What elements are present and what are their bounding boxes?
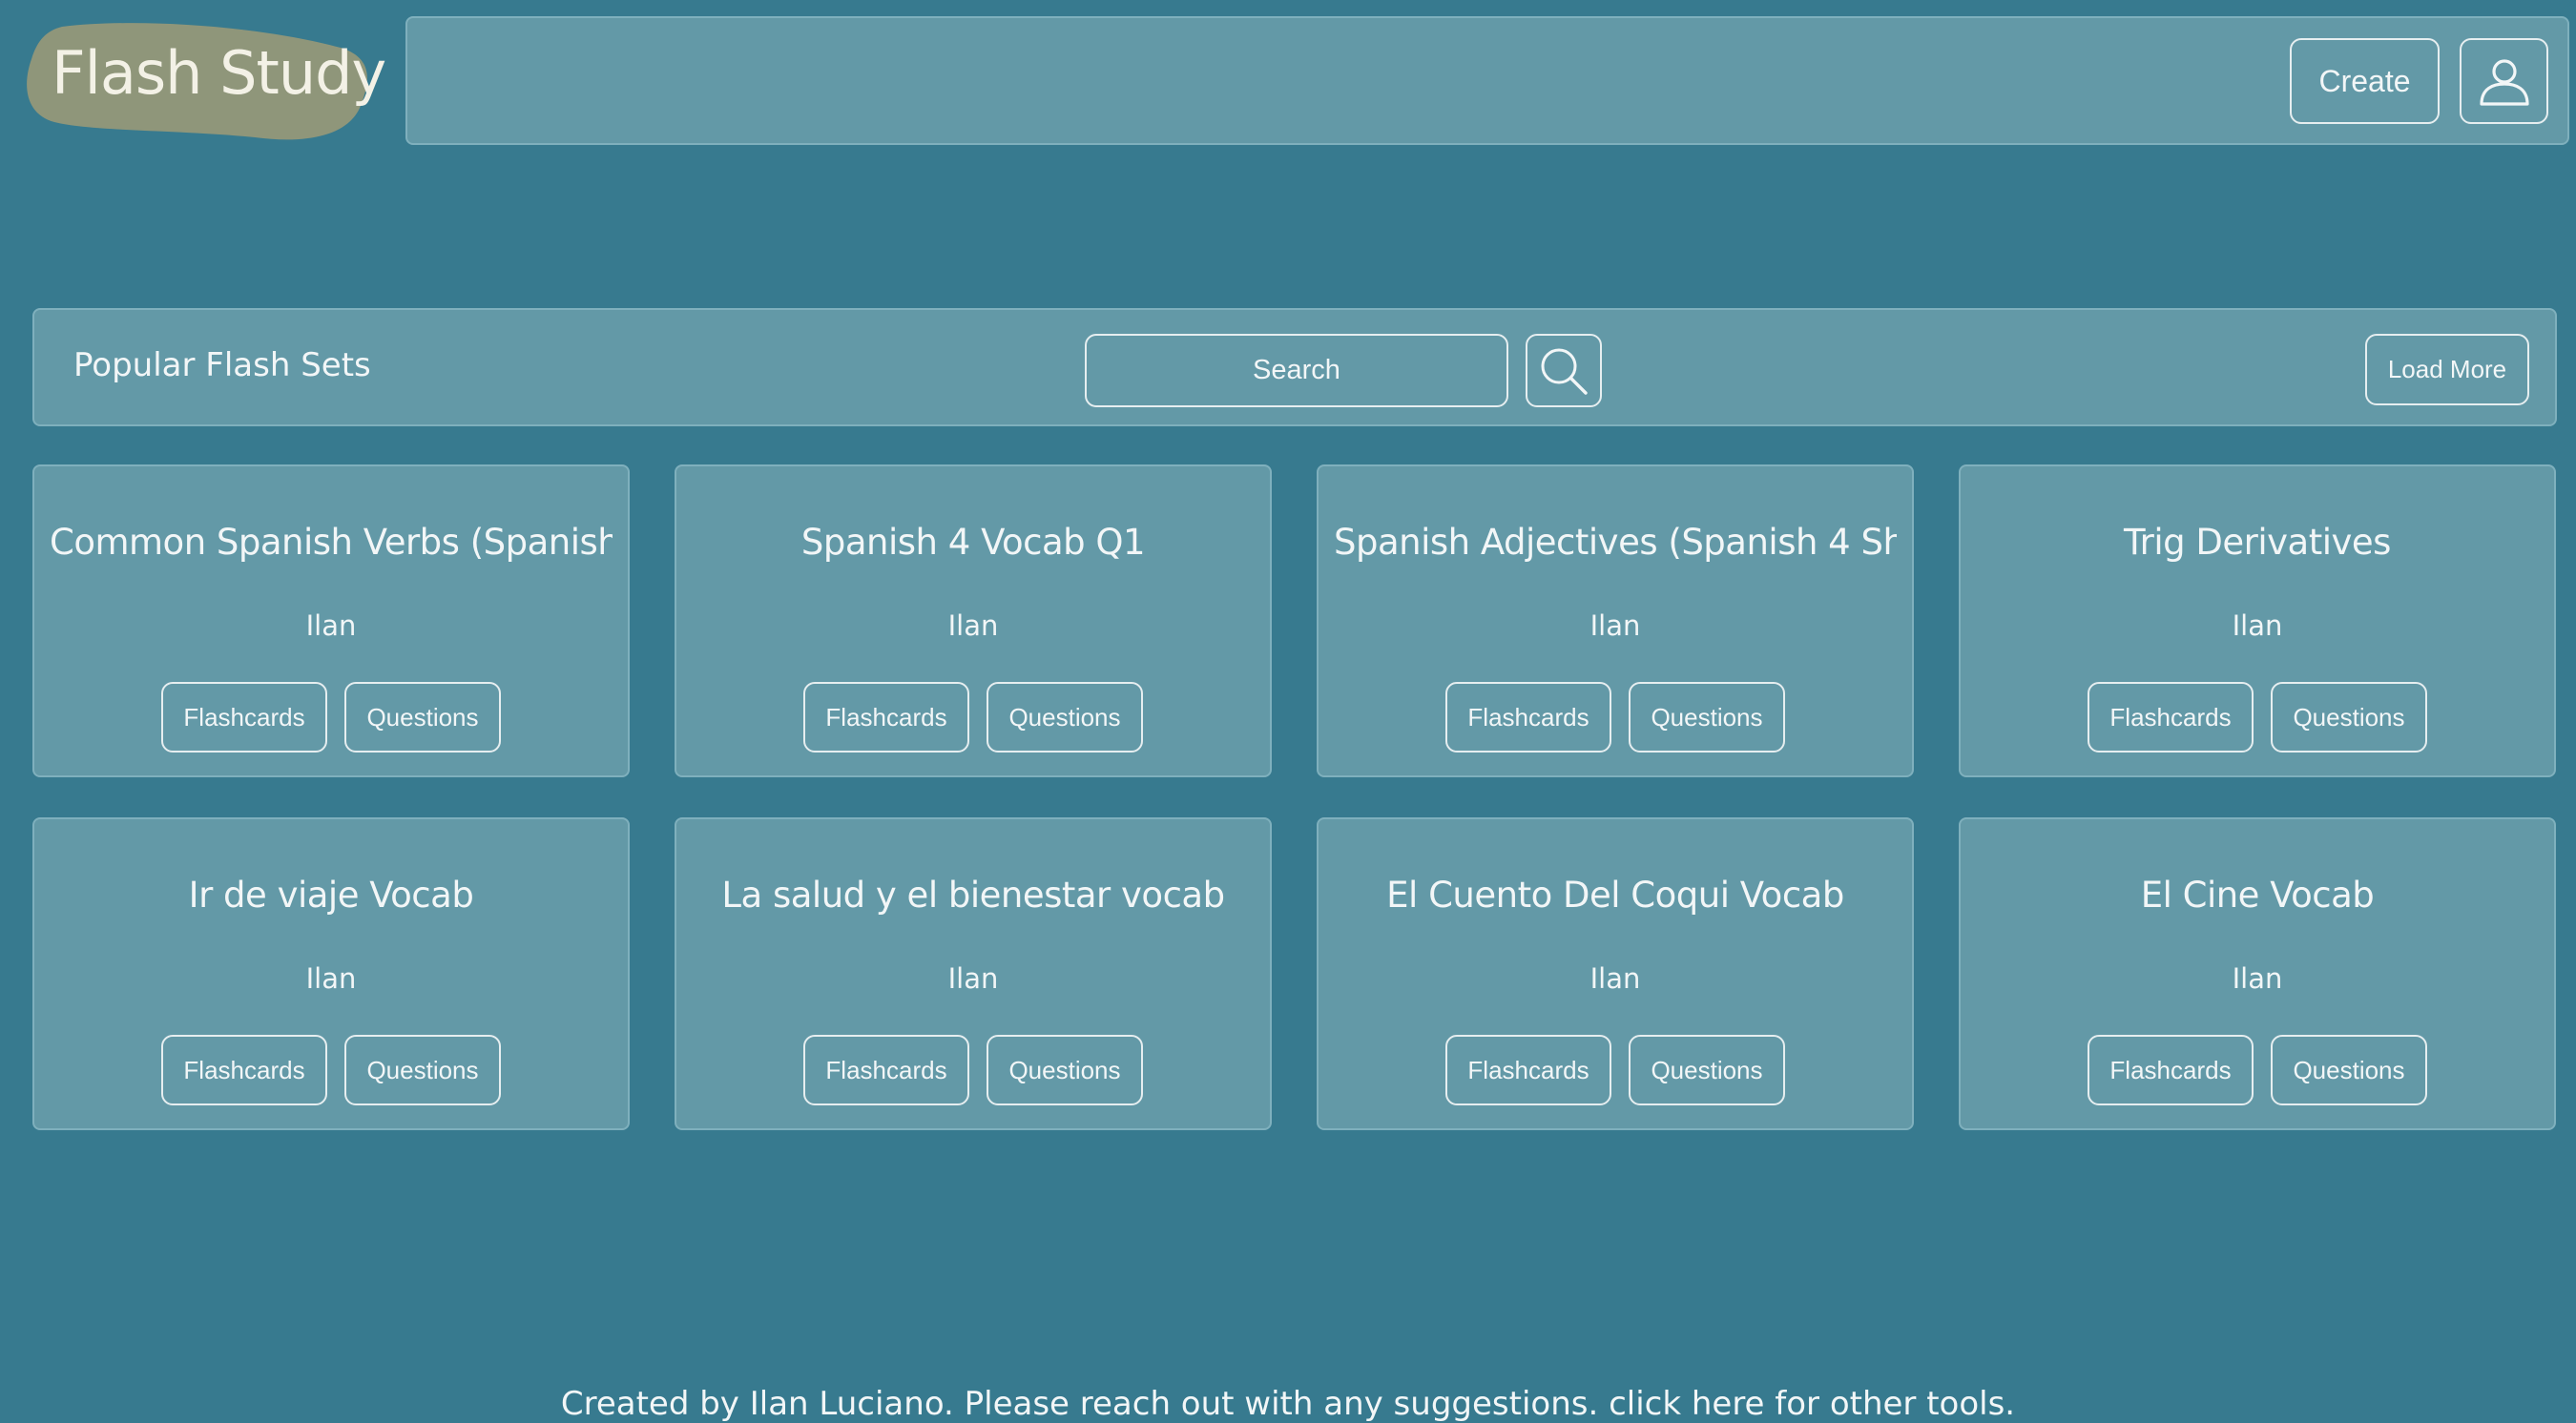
- card-title: El Cuento Del Coqui Vocab: [1386, 875, 1844, 916]
- card-author: Ilan: [1589, 962, 1641, 995]
- card-title: Ir de viaje Vocab: [188, 875, 474, 916]
- card-author: Ilan: [305, 609, 357, 642]
- load-more-button[interactable]: Load More: [2365, 334, 2529, 405]
- flashcards-button[interactable]: Flashcards: [2088, 682, 2254, 753]
- flashcards-button[interactable]: Flashcards: [1445, 682, 1611, 753]
- flashcards-button[interactable]: Flashcards: [803, 1035, 969, 1105]
- questions-button[interactable]: Questions: [344, 682, 501, 753]
- questions-button[interactable]: Questions: [344, 1035, 501, 1105]
- user-icon: [2479, 59, 2529, 106]
- card-author: Ilan: [1589, 609, 1641, 642]
- questions-button[interactable]: Questions: [1629, 1035, 1785, 1105]
- flash-set-card[interactable]: La salud y el bienestar vocab Ilan Flash…: [675, 817, 1272, 1130]
- card-title: El Cine Vocab: [2140, 875, 2375, 916]
- flash-set-card[interactable]: Spanish Adjectives (Spanish 4 Sheet) Ila…: [1317, 464, 1914, 777]
- flashcards-button[interactable]: Flashcards: [803, 682, 969, 753]
- flashcards-button[interactable]: Flashcards: [161, 1035, 327, 1105]
- card-title: Trig Derivatives: [2124, 522, 2391, 563]
- questions-button[interactable]: Questions: [987, 682, 1143, 753]
- card-author: Ilan: [2232, 962, 2283, 995]
- profile-button[interactable]: [2460, 38, 2548, 124]
- flashcards-button[interactable]: Flashcards: [2088, 1035, 2254, 1105]
- section-title: Popular Flash Sets: [73, 346, 371, 384]
- questions-button[interactable]: Questions: [2271, 682, 2427, 753]
- questions-button[interactable]: Questions: [2271, 1035, 2427, 1105]
- flash-set-grid: Common Spanish Verbs (Spanish 4 Sheet) I…: [32, 464, 2558, 1130]
- create-button[interactable]: Create: [2290, 38, 2440, 124]
- search-icon: [1541, 348, 1588, 395]
- footer-text[interactable]: Created by Ilan Luciano. Please reach ou…: [0, 1385, 2576, 1423]
- flash-set-card[interactable]: El Cuento Del Coqui Vocab Ilan Flashcard…: [1317, 817, 1914, 1130]
- popular-sets-bar: Popular Flash Sets Search Load More: [32, 308, 2557, 426]
- card-author: Ilan: [947, 962, 999, 995]
- card-author: Ilan: [947, 609, 999, 642]
- card-title: Common Spanish Verbs (Spanish 4 Sheet): [50, 522, 613, 563]
- flash-set-card[interactable]: El Cine Vocab Ilan Flashcards Questions: [1959, 817, 2556, 1130]
- card-author: Ilan: [305, 962, 357, 995]
- card-title: La salud y el bienestar vocab: [721, 875, 1225, 916]
- questions-button[interactable]: Questions: [987, 1035, 1143, 1105]
- flash-set-card[interactable]: Spanish 4 Vocab Q1 Ilan Flashcards Quest…: [675, 464, 1272, 777]
- card-author: Ilan: [2232, 609, 2283, 642]
- search-button[interactable]: [1526, 334, 1602, 407]
- flash-set-card[interactable]: Common Spanish Verbs (Spanish 4 Sheet) I…: [32, 464, 630, 777]
- search-input[interactable]: Search: [1085, 334, 1508, 407]
- flashcards-button[interactable]: Flashcards: [1445, 1035, 1611, 1105]
- app-title: Flash Study: [52, 38, 386, 108]
- card-title: Spanish Adjectives (Spanish 4 Sheet): [1334, 522, 1897, 563]
- flashcards-button[interactable]: Flashcards: [161, 682, 327, 753]
- flash-set-card[interactable]: Trig Derivatives Ilan Flashcards Questio…: [1959, 464, 2556, 777]
- logo[interactable]: Flash Study: [26, 19, 386, 143]
- flash-set-card[interactable]: Ir de viaje Vocab Ilan Flashcards Questi…: [32, 817, 630, 1130]
- top-bar: Create: [405, 16, 2569, 145]
- questions-button[interactable]: Questions: [1629, 682, 1785, 753]
- card-title: Spanish 4 Vocab Q1: [800, 522, 1146, 563]
